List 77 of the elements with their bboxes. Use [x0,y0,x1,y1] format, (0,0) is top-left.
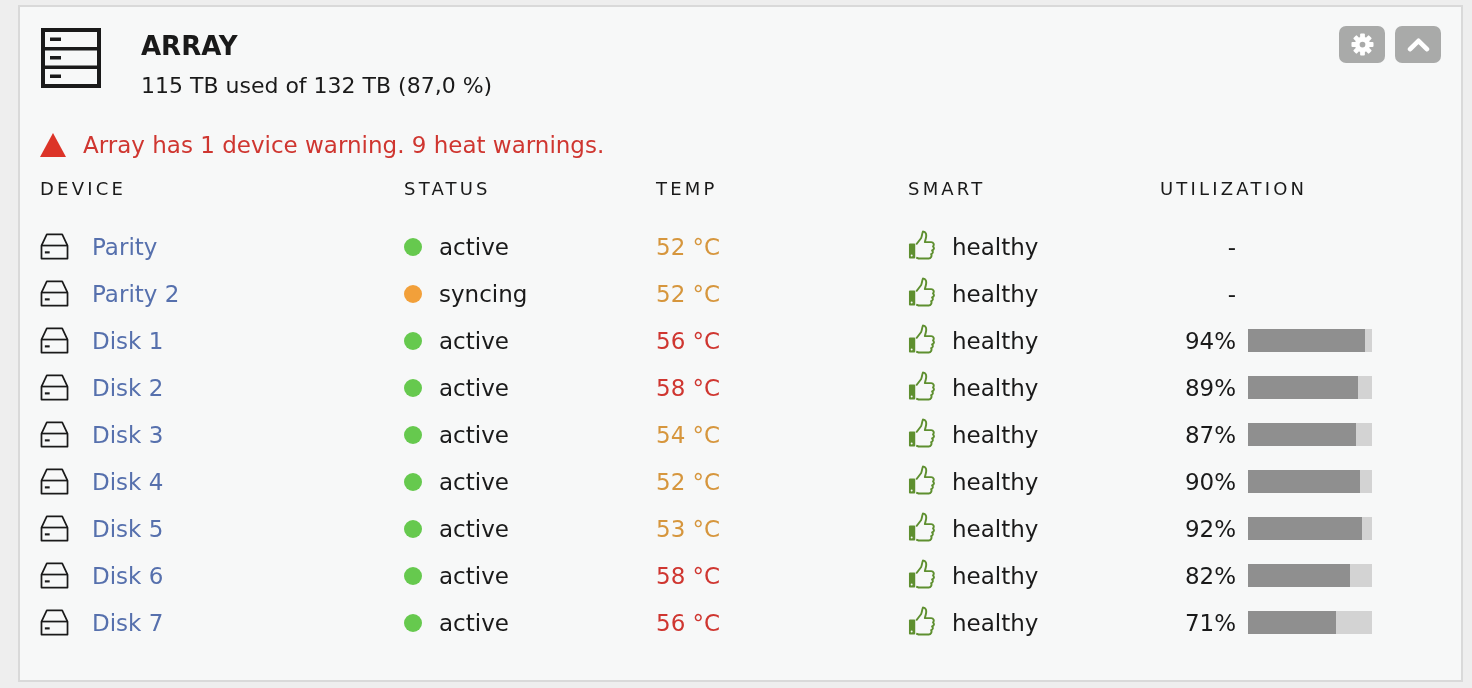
thumbs-up-icon [908,606,935,636]
thumbs-up-icon [908,277,935,307]
device-link[interactable]: Disk 7 [92,609,164,636]
temperature-text: 54 °C [656,421,721,448]
utilization-percent: - [1227,280,1236,307]
utilization-percent: 89% [1184,374,1236,401]
temperature-text: 52 °C [656,468,721,495]
utilization-percent: 92% [1184,515,1236,542]
thumbs-up-icon [908,371,935,401]
hard-drive-icon [40,609,69,636]
column-header: SMART [908,177,987,199]
smart-status-text: healthy [952,562,1039,589]
temperature-text: 56 °C [656,609,721,636]
utilization-percent: 90% [1184,468,1236,495]
device-link[interactable]: Disk 2 [92,374,164,401]
smart-status-text: healthy [952,280,1039,307]
status-text: syncing [439,280,528,307]
status-text: active [439,609,509,636]
chevron-up-icon [1406,37,1430,52]
utilization-percent: - [1227,233,1236,260]
device-link[interactable]: Disk 1 [92,327,164,354]
device-link[interactable]: Disk 3 [92,421,164,448]
thumbs-up-icon [908,559,935,589]
utilization-percent: 82% [1184,562,1236,589]
device-link[interactable]: Parity [92,233,158,260]
device-link[interactable]: Disk 6 [92,562,164,589]
hard-drive-icon [40,280,69,307]
collapse-button[interactable] [1395,26,1441,63]
status-text: active [439,327,509,354]
thumbs-up-icon [908,230,935,260]
thumbs-up-icon [908,418,935,448]
smart-status-text: healthy [952,421,1039,448]
panel-title: ARRAY [141,30,239,63]
temperature-text: 56 °C [656,327,721,354]
thumbs-up-icon [908,324,935,354]
status-text: active [439,374,509,401]
smart-status-text: healthy [952,233,1039,260]
settings-icon [1350,33,1374,56]
warning-message: Array has 1 device warning. 9 heat warnings. [83,131,605,159]
status-text: active [439,468,509,495]
status-text: active [439,421,509,448]
hard-drive-icon [40,468,69,495]
smart-status-text: healthy [952,515,1039,542]
utilization-percent: 94% [1184,327,1236,354]
temperature-text: 52 °C [656,280,721,307]
hard-drive-icon [40,374,69,401]
server-stack-icon [41,28,101,88]
utilization-percent: 87% [1184,421,1236,448]
thumbs-up-icon [908,465,935,495]
smart-status-text: healthy [952,374,1039,401]
settings-button[interactable] [1339,26,1385,63]
hard-drive-icon [40,421,69,448]
hard-drive-icon [40,233,69,260]
smart-status-text: healthy [952,609,1039,636]
status-text: active [439,233,509,260]
hard-drive-icon [40,327,69,354]
warning-icon [40,133,66,157]
temperature-text: 58 °C [656,562,721,589]
status-text: active [439,515,509,542]
device-link[interactable]: Disk 4 [92,468,164,495]
column-header: DEVICE [40,177,127,199]
thumbs-up-icon [908,512,935,542]
column-header: UTILIZATION [1160,177,1309,199]
status-text: active [439,562,509,589]
column-header: TEMP [656,177,719,199]
device-link[interactable]: Disk 5 [92,515,164,542]
temperature-text: 53 °C [656,515,721,542]
temperature-text: 58 °C [656,374,721,401]
hard-drive-icon [40,515,69,542]
hard-drive-icon [40,562,69,589]
smart-status-text: healthy [952,327,1039,354]
device-link[interactable]: Parity 2 [92,280,180,307]
temperature-text: 52 °C [656,233,721,260]
usage-summary: 115 TB used of 132 TB (87,0 %) [141,72,493,99]
utilization-percent: 71% [1184,609,1236,636]
smart-status-text: healthy [952,468,1039,495]
column-header: STATUS [404,177,492,199]
